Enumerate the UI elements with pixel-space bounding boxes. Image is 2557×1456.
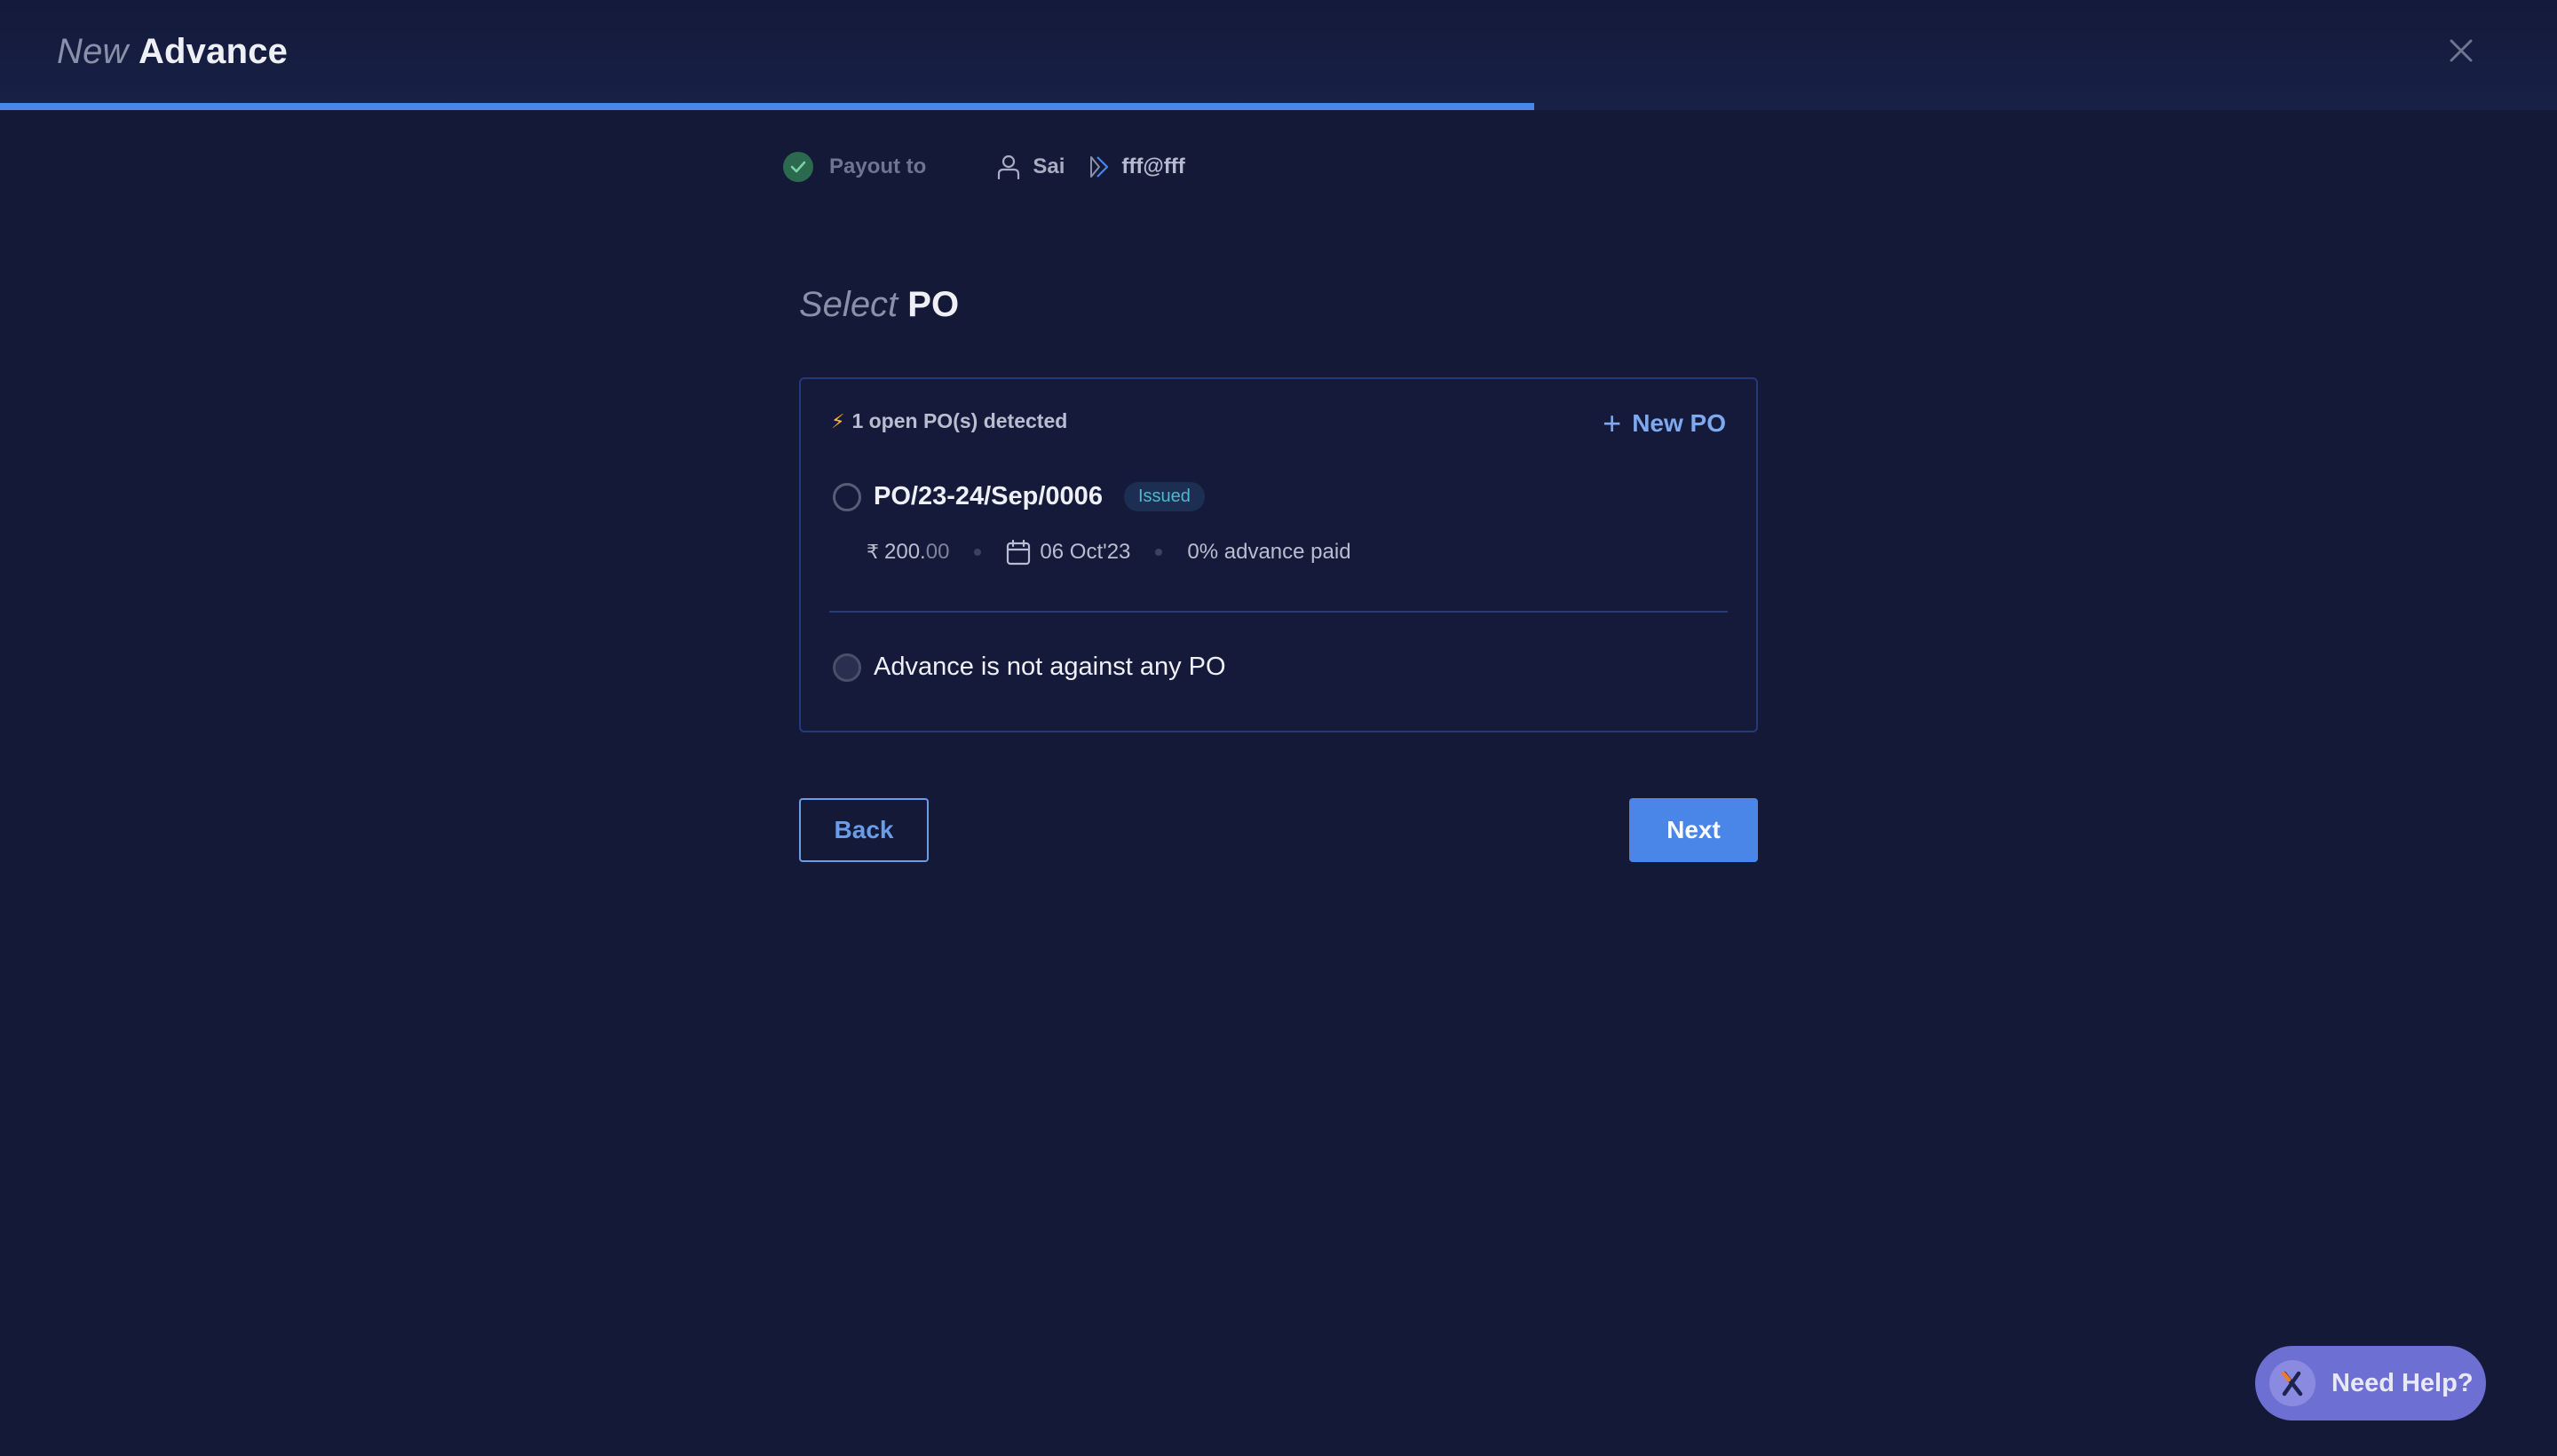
need-help-label: Need Help? [2331,1368,2474,1397]
need-help-button[interactable]: Need Help? [2255,1346,2486,1420]
plus-icon: + [1603,405,1622,441]
modal-header: New Advance [0,0,2557,110]
user-icon [998,154,1020,179]
po-date: 06 Oct'23 [1006,539,1130,566]
po-amount-whole: 200. [884,540,926,564]
progress-fill [0,103,1534,110]
upi: fff@fff [1089,154,1185,179]
page-title: New Advance [57,28,288,75]
section-title-prefix: Select [799,285,899,324]
rupee-icon: ₹ [867,541,879,563]
close-button[interactable] [2443,33,2479,68]
detected-notice: ⚡ 1 open PO(s) detected [831,409,1067,433]
check-circle-icon [783,152,813,182]
payee: Sai [997,154,1065,179]
detected-text: 1 open PO(s) detected [851,409,1068,432]
brand-logo-icon [2269,1360,2316,1406]
po-selection-card: ⚡ 1 open PO(s) detected + New PO PO/23-2… [799,377,1758,732]
po-amount-cents: 00 [925,540,950,564]
stepper: Payout to Sai fff@fff [783,149,1185,185]
no-po-label: Advance is not against any PO [874,653,1226,681]
no-po-option[interactable]: Advance is not against any PO [833,653,1226,682]
calendar-icon [1007,539,1031,566]
close-icon [2450,39,2473,62]
section-title-main: PO [907,285,960,324]
back-button[interactable]: Back [799,798,929,862]
po-radio[interactable] [833,482,861,511]
po-details: ₹ 200. 00 06 Oct'23 0% advance paid [867,539,1351,566]
separator-dot [1155,549,1163,556]
title-prefix: New [57,32,129,71]
upi-id: fff@fff [1121,154,1185,178]
title-main: Advance [138,32,289,71]
no-po-radio[interactable] [833,653,861,682]
new-po-label: New PO [1632,409,1726,437]
po-date-text: 06 Oct'23 [1040,540,1131,564]
po-option[interactable]: PO/23-24/Sep/0006 Issued [833,482,1205,511]
po-number: PO/23-24/Sep/0006 [874,482,1103,510]
status-badge: Issued [1123,482,1205,511]
payee-name: Sai [1033,154,1065,178]
new-po-button[interactable]: + New PO [1603,405,1726,441]
divider [829,611,1728,613]
upi-icon [1090,156,1109,178]
next-button[interactable]: Next [1629,798,1758,862]
progress-bar [0,103,2557,110]
step-label: Payout to [829,154,927,178]
separator-dot [974,549,982,556]
section-title: Select PO [799,282,959,327]
advance-paid: 0% advance paid [1187,540,1351,564]
lightning-icon: ⚡ [831,409,845,432]
